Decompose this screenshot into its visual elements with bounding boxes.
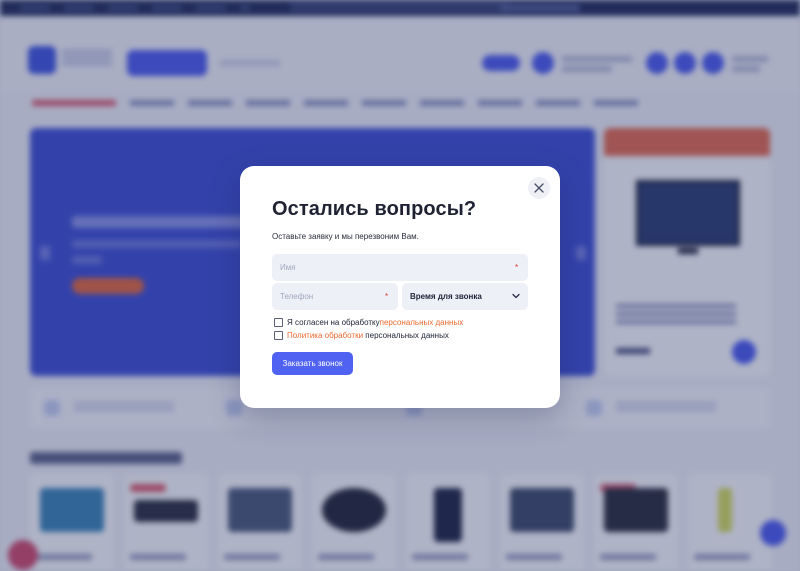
chevron-down-icon <box>512 293 520 299</box>
policy-text: персональных данных <box>363 331 449 340</box>
privacy-policy-link[interactable]: Политика обработки <box>287 331 363 340</box>
policy-checkbox[interactable] <box>274 331 283 340</box>
call-time-select[interactable]: Время для звонка <box>402 283 528 310</box>
callback-modal: Остались вопросы? Оставьте заявку и мы п… <box>240 166 560 408</box>
close-icon <box>534 183 544 193</box>
consent-row-1: Я согласен на обработку персональных дан… <box>274 318 463 327</box>
phone-field[interactable]: Телефон * <box>272 283 398 310</box>
modal-subtitle: Оставьте заявку и мы перезвоним Вам. <box>272 232 419 241</box>
close-button[interactable] <box>528 177 550 199</box>
required-mark: * <box>385 292 389 301</box>
phone-placeholder: Телефон <box>280 292 314 301</box>
consent-text: Я согласен на обработку <box>287 318 380 327</box>
order-call-button[interactable]: Заказать звонок <box>272 352 353 375</box>
modal-title: Остались вопросы? <box>272 198 477 220</box>
call-time-value: Время для звонка <box>410 292 482 301</box>
name-placeholder: Имя <box>280 263 296 272</box>
consent-checkbox[interactable] <box>274 318 283 327</box>
required-mark: * <box>515 263 519 272</box>
name-field[interactable]: Имя * <box>272 254 528 281</box>
consent-row-2: Политика обработки персональных данных <box>274 331 449 340</box>
personal-data-link[interactable]: персональных данных <box>380 318 464 327</box>
